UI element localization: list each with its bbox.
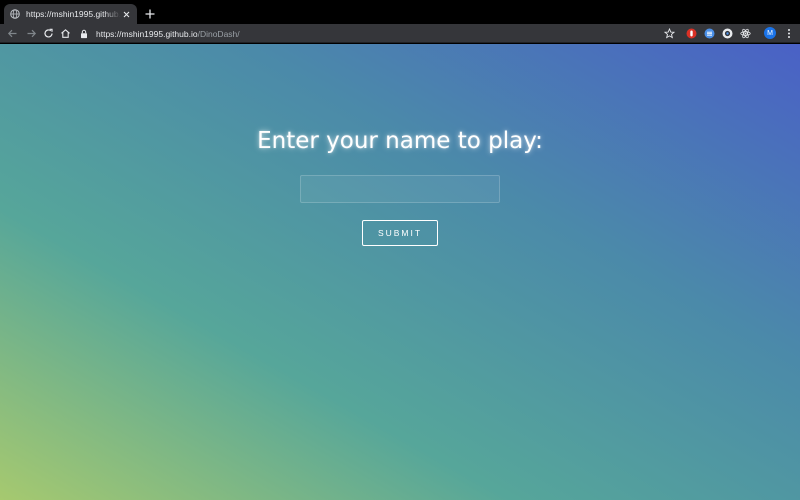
- browser-tab[interactable]: https://mshin1995.github.io/DinoDash/: [4, 4, 137, 24]
- menu-icon[interactable]: [783, 28, 794, 39]
- extension-blue-icon[interactable]: [704, 28, 715, 39]
- browser-toolbar: https://mshin1995.github.io/DinoDash/ M: [0, 24, 800, 43]
- url-path: /DinoDash/: [197, 28, 240, 39]
- page-title: Enter your name to play:: [257, 128, 543, 154]
- close-icon[interactable]: [121, 9, 131, 19]
- reload-icon[interactable]: [43, 28, 54, 39]
- star-icon[interactable]: [664, 28, 675, 39]
- url-host: https://mshin1995.github.io: [96, 28, 198, 39]
- profile-avatar[interactable]: M: [764, 27, 776, 39]
- tab-strip: https://mshin1995.github.io/DinoDash/: [0, 0, 800, 24]
- address-bar[interactable]: https://mshin1995.github.io/DinoDash/: [80, 26, 680, 41]
- new-tab-icon[interactable]: [144, 8, 156, 20]
- back-icon[interactable]: [7, 28, 18, 39]
- forward-icon[interactable]: [26, 28, 37, 39]
- tab-title: https://mshin1995.github.io/DinoDash/: [26, 9, 121, 19]
- globe-icon: [10, 9, 20, 19]
- lock-icon[interactable]: [80, 29, 88, 39]
- react-devtools-icon[interactable]: [740, 28, 751, 39]
- name-input[interactable]: [300, 175, 500, 203]
- extension-circle-icon[interactable]: [722, 28, 733, 39]
- extension-red-icon[interactable]: [686, 28, 697, 39]
- page-viewport: Enter your name to play: SUBMIT: [0, 44, 800, 500]
- submit-button[interactable]: SUBMIT: [362, 220, 438, 246]
- home-icon[interactable]: [60, 28, 71, 39]
